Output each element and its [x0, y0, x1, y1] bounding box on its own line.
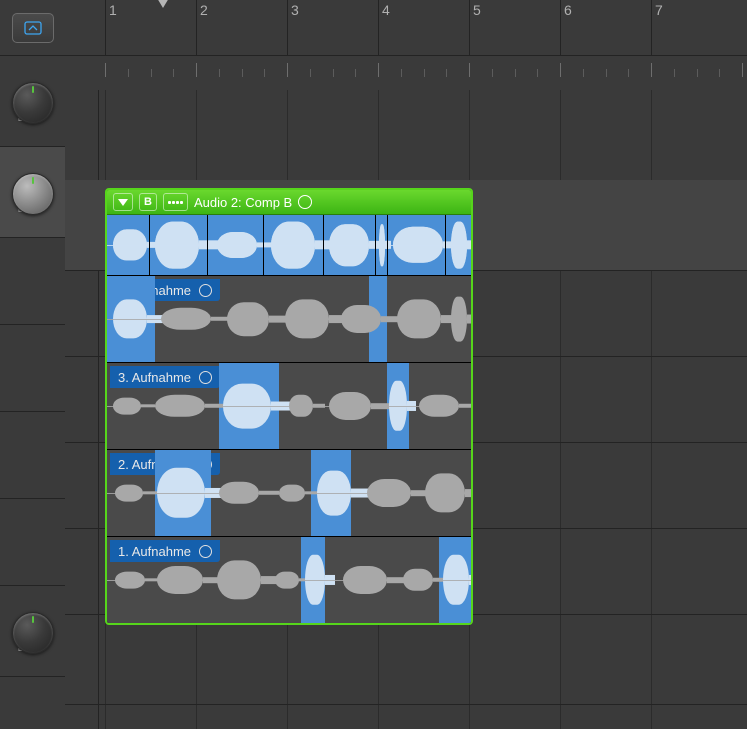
take-lane[interactable]: 1. Aufnahme [107, 536, 471, 623]
timeline-ruler[interactable]: 1 2 3 4 5 6 7 [65, 0, 747, 91]
bar-number: 3 [291, 2, 299, 18]
arrange-area[interactable]: B Audio 2: Comp B 4. Aufnahme 3. Aufnahm… [65, 90, 747, 729]
quick-swipe-icon [168, 201, 183, 204]
sidebar-top [0, 0, 65, 56]
track-header-sidebar: LR LR LR [0, 0, 66, 729]
take-row-spacer [0, 325, 65, 412]
bar-number: 1 [109, 2, 117, 18]
catch-playhead-button[interactable] [12, 13, 54, 43]
chevron-down-icon [118, 199, 128, 206]
bar-number: 6 [564, 2, 572, 18]
take-lane[interactable]: 4. Aufnahme [107, 275, 471, 362]
take-row-spacer [0, 238, 65, 325]
ruler-beats [65, 55, 747, 90]
take-lane[interactable]: 3. Aufnahme [107, 362, 471, 449]
bar-number: 4 [382, 2, 390, 18]
pan-knob[interactable] [13, 613, 53, 653]
comp-main-lane[interactable] [107, 215, 471, 275]
bar-number: 5 [473, 2, 481, 18]
loop-icon[interactable] [298, 195, 312, 209]
comp-region[interactable]: B Audio 2: Comp B 4. Aufnahme 3. Aufnahm… [105, 188, 473, 625]
take-row-spacer [0, 499, 65, 586]
bar-number: 7 [655, 2, 663, 18]
quick-swipe-button[interactable] [163, 193, 188, 211]
track-knob-2: LR [0, 147, 65, 238]
comp-title: Audio 2: Comp B [194, 195, 292, 210]
take-lane[interactable]: 2. Aufnahme [107, 449, 471, 536]
comp-header[interactable]: B Audio 2: Comp B [107, 190, 471, 215]
pan-knob[interactable] [13, 174, 53, 214]
take-row-spacer [0, 412, 65, 499]
disclosure-button[interactable] [113, 193, 133, 211]
comp-select-button[interactable]: B [139, 193, 157, 211]
track-knob-1: LR [0, 56, 65, 147]
ruler-bars: 1 2 3 4 5 6 7 [65, 0, 747, 56]
bar-number: 2 [200, 2, 208, 18]
pan-knob[interactable] [13, 83, 53, 123]
track-knob-3: LR [0, 586, 65, 677]
